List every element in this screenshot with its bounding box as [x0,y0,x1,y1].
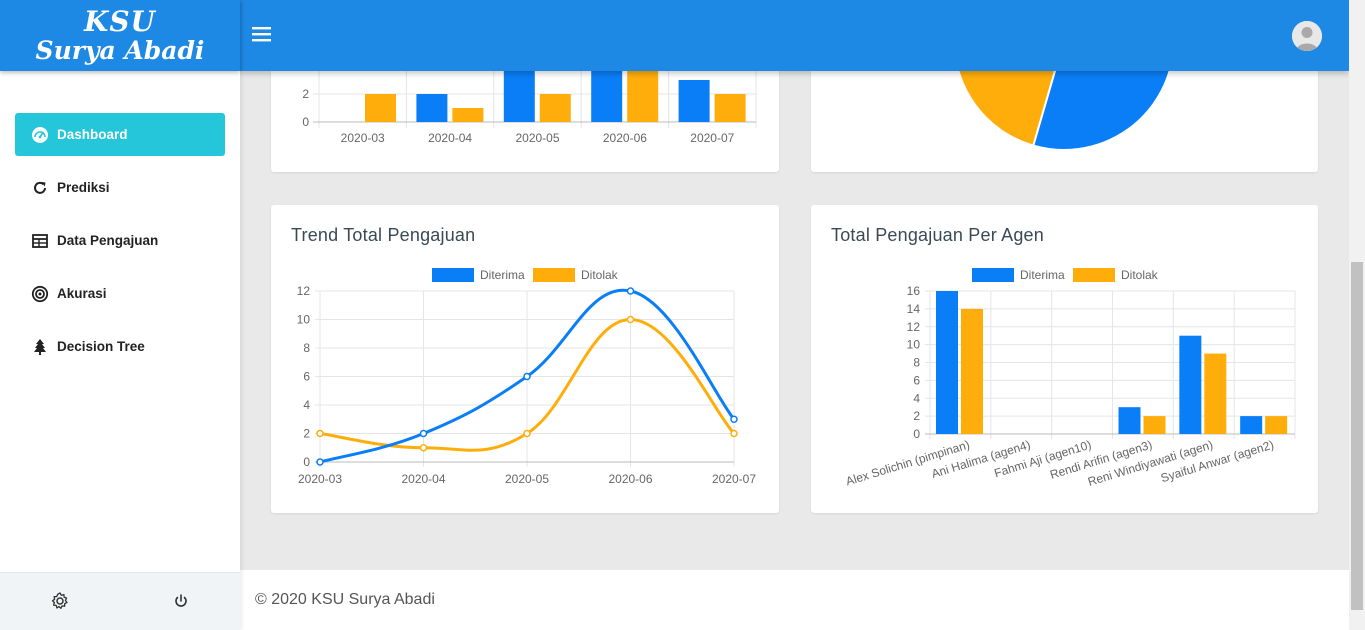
bar-diterima [936,291,958,434]
sidebar: KSU Surya Abadi Dashboard Prediksi Data … [0,0,240,630]
user-avatar[interactable] [1292,21,1322,51]
y-tick-label: 6 [913,373,920,387]
legend-swatch-ditolak [533,268,575,282]
y-tick-label: 2 [913,409,920,423]
x-tick-label: 2020-04 [428,131,472,145]
dashboard-icon [32,126,48,143]
bar-ditolak [1204,353,1227,434]
point-ditolak [626,315,635,324]
y-tick-label: 12 [907,320,921,334]
hamburger-menu-icon[interactable] [252,25,272,43]
bar-ditolak [452,108,484,122]
y-tick-label: 6 [303,370,310,384]
x-tick-label: 2020-05 [515,131,559,145]
sidebar-item-label: Decision Tree [57,339,145,354]
y-tick-label: 8 [913,356,920,370]
y-tick-label: 0 [913,427,920,441]
x-tick-label: 2020-06 [608,472,652,486]
y-tick-label: 10 [907,338,921,352]
bar-ditolak [1265,416,1288,434]
legend-swatch-ditolak [1073,268,1115,282]
topbar [240,0,1349,71]
point-diterima [419,429,428,438]
sidebar-item-label: Dashboard [57,127,128,142]
page-footer: © 2020 KSU Surya Abadi [240,570,1349,630]
target-icon [31,285,49,302]
y-tick-label: 2 [302,87,309,101]
point-diterima [626,287,635,295]
y-tick-label: 4 [303,398,310,412]
legend-swatch-diterima [432,268,474,282]
point-diterima [316,458,324,466]
user-avatar-icon [1292,21,1322,51]
y-tick-label: 4 [913,391,920,405]
bar-ditolak [539,94,571,122]
sidebar-item-prediksi[interactable]: Prediksi [15,166,225,209]
y-tick-label: 2 [303,427,310,441]
y-tick-label: 10 [297,313,311,327]
x-tick-label: 2020-06 [603,131,647,145]
app-root: KSU Surya Abadi Dashboard Prediksi Data … [0,0,1365,630]
scrollbar-thumb[interactable] [1351,262,1363,610]
bar-diterima [1118,407,1141,434]
refresh-icon [34,181,46,194]
bar-diterima [678,80,710,122]
sidebar-item-decision-tree[interactable]: Decision Tree [15,325,225,368]
sidebar-item-dashboard[interactable]: Dashboard [15,113,225,156]
bar-ditolak [961,308,983,434]
y-tick-label: 12 [297,284,311,298]
sidebar-item-label: Data Pengajuan [57,233,159,248]
table-icon [32,233,48,248]
y-tick-label: 0 [302,115,309,129]
y-tick-label: 0 [303,455,310,469]
bar-diterima [1179,335,1202,434]
bar-ditolak [714,94,746,122]
y-tick-label: 8 [303,341,310,355]
x-tick-label: 2020-07 [712,472,756,486]
brand-line2: Surya Abadi [35,36,205,65]
sidebar-item-label: Prediksi [57,180,110,195]
y-tick-label: 14 [907,302,921,316]
legend-label-ditolak: Ditolak [581,268,619,282]
legend-label-ditolak: Ditolak [1121,268,1159,282]
trend-line-chart: Diterima Ditolak 12 10 8 6 4 2 0 2020-03 2020-04 20… [297,268,756,486]
footer-copyright: © 2020 KSU Surya Abadi [255,591,435,608]
bar-diterima [416,94,448,122]
point-diterima [523,372,531,381]
bar-ditolak [365,94,396,122]
sidebar-footer [0,572,240,630]
sidebar-nav: Dashboard Prediksi Data Pengajuan Akuras… [0,71,240,368]
y-tick-label: 16 [907,284,921,298]
legend-label-diterima: Diterima [1020,268,1065,282]
brand-line1: KSU [84,5,156,38]
point-ditolak [419,444,428,452]
bar-ditolak [1143,416,1166,434]
card-per-agen: Total Pengajuan Per Agen Diterima Ditolak… [811,205,1318,513]
point-ditolak [523,429,531,438]
point-ditolak [316,429,324,438]
brand-logo[interactable]: KSU Surya Abadi [0,0,240,71]
point-ditolak [730,429,738,438]
legend-label-diterima: Diterima [480,268,525,282]
x-tick-label: 2020-03 [298,472,342,486]
bar-diterima [1240,416,1263,434]
per-agen-bar-chart: Diterima Ditolak1614121086420Alex Solichi… [844,268,1296,489]
card-trend-total: Trend Total Pengajuan Diterima Ditolak 12 1… [271,205,779,513]
sidebar-item-akurasi[interactable]: Akurasi [15,272,225,315]
x-tick-label: 2020-03 [341,131,385,145]
settings-gear-icon[interactable] [50,591,70,611]
x-tick-label: 2020-04 [401,472,445,486]
sidebar-item-data-pengajuan[interactable]: Data Pengajuan [15,219,225,262]
power-icon[interactable] [171,591,191,611]
sidebar-item-label: Akurasi [57,286,107,301]
point-diterima [730,415,738,423]
tree-icon [34,338,46,355]
x-tick-label: 2020-07 [690,131,734,145]
legend-swatch-diterima [972,268,1014,282]
x-tick-label: 2020-05 [505,472,549,486]
